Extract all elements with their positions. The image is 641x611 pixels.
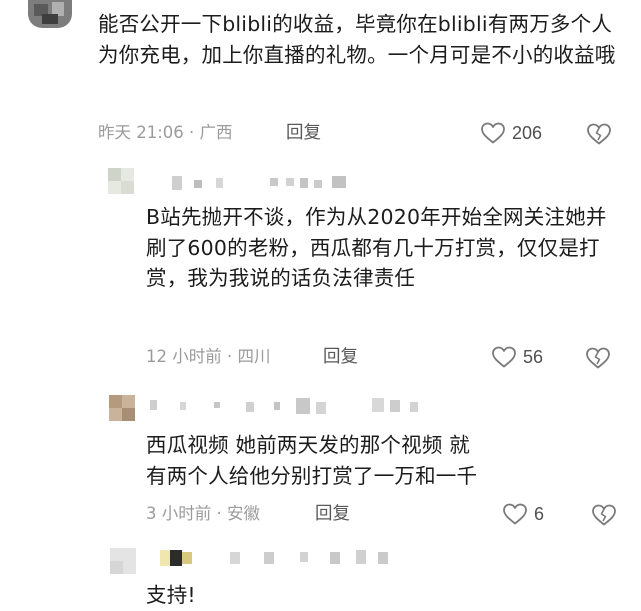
comment-location: 四川 [237, 347, 271, 366]
comment-text: 能否公开一下blibli的收益，毕竟你在blibli有两万多个人为你充电，加上你… [98, 12, 616, 67]
like-count: 56 [523, 347, 544, 367]
comment-time: 昨天 21:06 [98, 123, 184, 142]
comment-text: 支持! [146, 583, 196, 607]
comment-location: 广西 [199, 123, 233, 142]
comment-meta: 12 小时前 · 四川 [146, 347, 271, 366]
like-count: 206 [512, 123, 543, 143]
reply-button[interactable]: 回复 [315, 503, 350, 525]
broken-heart-icon[interactable] [591, 503, 617, 527]
heart-icon [492, 346, 516, 368]
comment-time: 3 小时前 [146, 504, 212, 523]
comment-text: B站先抛开不谈，作为从2020年开始全网关注她并刷了600的老粉，西瓜都有几十万… [146, 205, 607, 290]
comment-location: 安徽 [227, 504, 260, 523]
avatar[interactable] [110, 548, 136, 574]
like-button[interactable]: 56 [491, 345, 543, 369]
comment-time: 12 小时前 [146, 347, 222, 366]
comment-meta: 3 小时前 · 安徽 [146, 504, 260, 523]
avatar[interactable] [28, 0, 72, 28]
username-blurred [172, 176, 352, 192]
comment-text: 西瓜视频 她前两天发的那个视频 就有两个人给他分别打赏了一万和一千 [146, 433, 478, 488]
heart-icon [481, 122, 505, 144]
avatar[interactable] [108, 168, 134, 194]
like-count: 6 [534, 504, 545, 524]
heart-icon [503, 503, 527, 525]
username-blurred [160, 550, 460, 566]
like-button[interactable]: 6 [502, 502, 544, 526]
avatar[interactable] [109, 395, 135, 421]
broken-heart-icon[interactable] [586, 122, 612, 146]
like-button[interactable]: 206 [480, 121, 542, 145]
broken-heart-icon[interactable] [585, 346, 611, 370]
reply-button[interactable]: 回复 [323, 346, 358, 368]
comment-meta: 昨天 21:06 · 广西 [98, 123, 233, 142]
username-blurred [150, 398, 450, 414]
reply-button[interactable]: 回复 [286, 122, 321, 144]
